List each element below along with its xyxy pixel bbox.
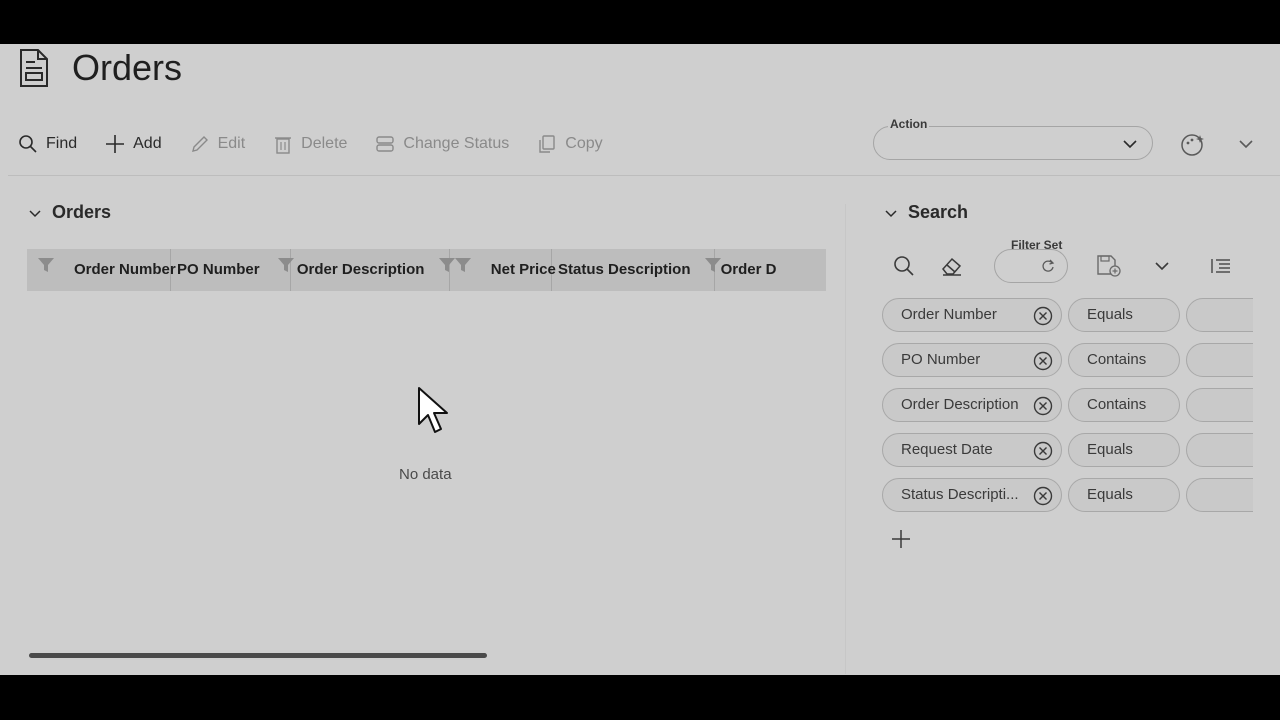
orders-app: Orders Find Add Edit Delete Change Statu… xyxy=(0,44,1280,675)
refresh-icon[interactable] xyxy=(1041,259,1055,273)
eraser-icon[interactable] xyxy=(940,255,964,277)
criteria-row: PO Number Contains xyxy=(882,343,1253,377)
criteria-field[interactable]: Order Number xyxy=(882,298,1062,332)
edit-label: Edit xyxy=(217,135,246,152)
criteria-row: Order Description Contains xyxy=(882,388,1253,422)
criteria-field-label: Request Date xyxy=(901,441,993,458)
action-label: Action xyxy=(888,117,930,131)
criteria-field-label: Order Number xyxy=(901,306,997,323)
trash-icon xyxy=(275,137,292,154)
document-icon xyxy=(20,49,48,87)
search-section-header[interactable]: Search xyxy=(884,202,968,223)
filter-icon[interactable] xyxy=(454,257,472,273)
column-order-number[interactable]: Order Number xyxy=(27,249,176,291)
column-status-description[interactable]: Status Description xyxy=(552,249,721,291)
filter-icon[interactable] xyxy=(37,257,55,273)
find-label: Find xyxy=(46,135,78,152)
search-section-title: Search xyxy=(908,202,969,222)
criteria-operator[interactable]: Equals xyxy=(1068,478,1180,512)
delete-button[interactable]: Delete xyxy=(273,134,347,154)
criteria-row: Request Date Equals xyxy=(882,433,1253,467)
add-criteria-icon[interactable] xyxy=(891,529,911,549)
add-button[interactable]: Add xyxy=(105,134,162,154)
panel-divider xyxy=(845,204,846,674)
criteria-operator[interactable]: Contains xyxy=(1068,343,1180,377)
delete-label: Delete xyxy=(301,135,348,152)
page-title: Orders xyxy=(72,47,183,88)
mouse-cursor-icon xyxy=(418,387,448,433)
search-icon[interactable] xyxy=(893,255,915,277)
close-circle-icon[interactable] xyxy=(1033,396,1053,416)
criteria-operator[interactable]: Contains xyxy=(1068,388,1180,422)
close-circle-icon[interactable] xyxy=(1033,486,1053,506)
toolbar-divider xyxy=(8,175,1280,176)
chevron-down-icon xyxy=(29,209,41,217)
column-net-price[interactable]: Net Price xyxy=(450,249,556,291)
chevron-down-icon xyxy=(885,209,897,217)
toolbar: Find Add Edit Delete Change Status Copy xyxy=(18,132,631,156)
column-label: Order Description xyxy=(296,261,425,278)
column-label: Status Description xyxy=(557,261,691,278)
column-order-description[interactable]: Order Description xyxy=(291,249,455,291)
column-po-number[interactable]: PO Number xyxy=(171,249,295,291)
orders-section-title: Orders xyxy=(52,202,112,222)
column-label: Order Number xyxy=(74,261,176,278)
action-select[interactable] xyxy=(873,126,1153,160)
orders-section-header[interactable]: Orders xyxy=(28,202,111,223)
column-label: Net Price xyxy=(490,261,556,278)
add-label: Add xyxy=(133,135,162,152)
criteria-value-input[interactable] xyxy=(1186,388,1253,422)
criteria-operator-label: Contains xyxy=(1087,396,1147,413)
criteria-operator-label: Contains xyxy=(1087,351,1147,368)
filter-set-label: Filter Set xyxy=(1011,238,1063,252)
copy-button[interactable]: Copy xyxy=(537,134,603,154)
criteria-operator-label: Equals xyxy=(1087,306,1133,323)
criteria-field-label: Order Description xyxy=(901,396,1019,413)
criteria-field[interactable]: PO Number xyxy=(882,343,1062,377)
criteria-row: Status Descripti... Equals xyxy=(882,478,1253,512)
criteria-operator-label: Equals xyxy=(1087,441,1133,458)
chevron-down-icon xyxy=(1123,140,1137,149)
criteria-row: Order Number Equals xyxy=(882,298,1253,332)
column-label: PO Number xyxy=(177,261,260,278)
criteria-operator-label: Equals xyxy=(1087,486,1133,503)
criteria-value-input[interactable] xyxy=(1186,478,1253,512)
empty-state-text: No data xyxy=(399,466,452,483)
search-icon xyxy=(19,135,37,153)
edit-button[interactable]: Edit xyxy=(190,134,246,154)
pencil-icon xyxy=(191,136,208,152)
criteria-value-input[interactable] xyxy=(1186,343,1253,377)
save-filter-icon[interactable] xyxy=(1096,254,1122,278)
orders-grid-header: Order Number PO Number Order Description… xyxy=(27,249,826,291)
criteria-operator[interactable]: Equals xyxy=(1068,298,1180,332)
close-circle-icon[interactable] xyxy=(1033,351,1053,371)
palette-sparkle-icon[interactable] xyxy=(1180,132,1206,158)
close-circle-icon[interactable] xyxy=(1033,441,1053,461)
change-status-icon xyxy=(376,136,395,152)
criteria-field-label: Status Descripti... xyxy=(901,486,1019,503)
change-status-button[interactable]: Change Status xyxy=(375,134,509,154)
criteria-value-input[interactable] xyxy=(1186,298,1253,332)
change-status-label: Change Status xyxy=(403,135,510,152)
criteria-operator[interactable]: Equals xyxy=(1068,433,1180,467)
criteria-field-label: PO Number xyxy=(901,351,981,368)
criteria-value-input[interactable] xyxy=(1186,433,1253,467)
close-circle-icon[interactable] xyxy=(1033,306,1053,326)
criteria-field[interactable]: Status Descripti... xyxy=(882,478,1062,512)
plus-icon xyxy=(106,135,125,153)
criteria-field[interactable]: Request Date xyxy=(882,433,1062,467)
column-order-date[interactable]: Order D xyxy=(715,249,826,291)
copy-icon xyxy=(539,135,555,153)
find-button[interactable]: Find xyxy=(18,134,77,154)
copy-label: Copy xyxy=(565,135,603,152)
horizontal-scrollbar[interactable] xyxy=(29,653,487,658)
filter-set-select[interactable] xyxy=(994,249,1068,283)
criteria-field[interactable]: Order Description xyxy=(882,388,1062,422)
list-settings-icon[interactable] xyxy=(1210,256,1232,276)
chevron-down-icon[interactable] xyxy=(1238,136,1254,152)
chevron-down-icon[interactable] xyxy=(1154,258,1170,274)
column-label: Order D xyxy=(720,261,777,278)
